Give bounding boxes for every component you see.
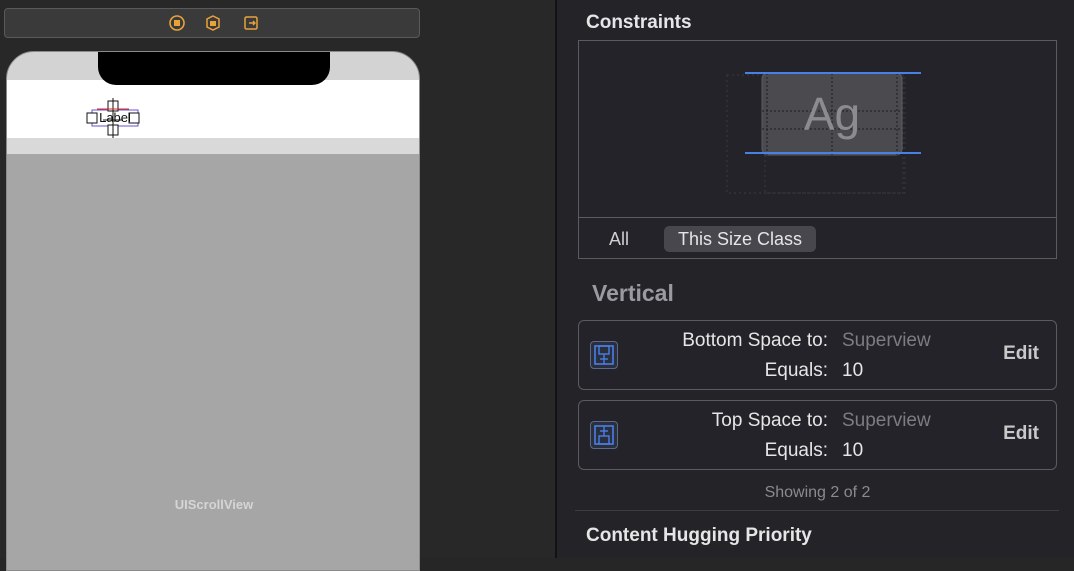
top-space-icon [590, 421, 618, 449]
size-inspector: Constraints Ag All This Size Class Verti… [557, 0, 1074, 558]
section-divider [575, 510, 1059, 511]
equals-value: 10 [842, 440, 864, 461]
constraint-target[interactable]: Superview [842, 410, 931, 432]
constraints-box: Ag All This Size Class [578, 40, 1057, 259]
constraint-key: Bottom Space to: [682, 330, 828, 351]
vertical-heading: Vertical [592, 280, 674, 306]
preview-sample-text: Ag [803, 88, 861, 140]
equals-label: Equals: [764, 360, 828, 381]
first-responder-icon[interactable] [205, 15, 221, 31]
navigation-bar[interactable] [7, 80, 419, 138]
edit-button[interactable]: Edit [1003, 423, 1039, 445]
label-text: Label [99, 110, 131, 125]
exit-icon[interactable] [243, 15, 259, 31]
label-element[interactable]: Label [85, 98, 141, 138]
equals-value: 10 [842, 360, 864, 381]
device-frame: UIScrollView Label [6, 51, 420, 571]
constraint-key: Top Space to: [711, 410, 828, 431]
scroll-view[interactable]: UIScrollView [7, 154, 419, 570]
navbar-separator [7, 138, 419, 154]
view-controller-icon[interactable] [169, 15, 185, 31]
constraints-count: Showing 2 of 2 [764, 484, 871, 501]
content-hugging-title: Content Hugging Priority [586, 525, 812, 546]
constraint-target[interactable]: Superview [842, 330, 931, 352]
equals-label: Equals: [764, 440, 828, 461]
constraint-card-bottom-space[interactable]: Bottom Space to: Superview Equals: 10 Ed… [578, 320, 1057, 390]
storyboard-canvas[interactable]: UIScrollView Label [0, 0, 556, 571]
edit-button[interactable]: Edit [1003, 343, 1039, 365]
constraint-card-top-space[interactable]: Top Space to: Superview Equals: 10 Edit [578, 400, 1057, 470]
scroll-view-label: UIScrollView [174, 497, 254, 512]
size-class-tabs: All This Size Class [579, 217, 1056, 259]
scene-dock [4, 8, 420, 38]
tab-this-size-class[interactable]: This Size Class [664, 226, 817, 252]
device-notch [98, 52, 330, 85]
constraints-title: Constraints [586, 12, 692, 33]
tab-all[interactable]: All [595, 226, 643, 252]
bottom-space-icon [590, 341, 618, 369]
